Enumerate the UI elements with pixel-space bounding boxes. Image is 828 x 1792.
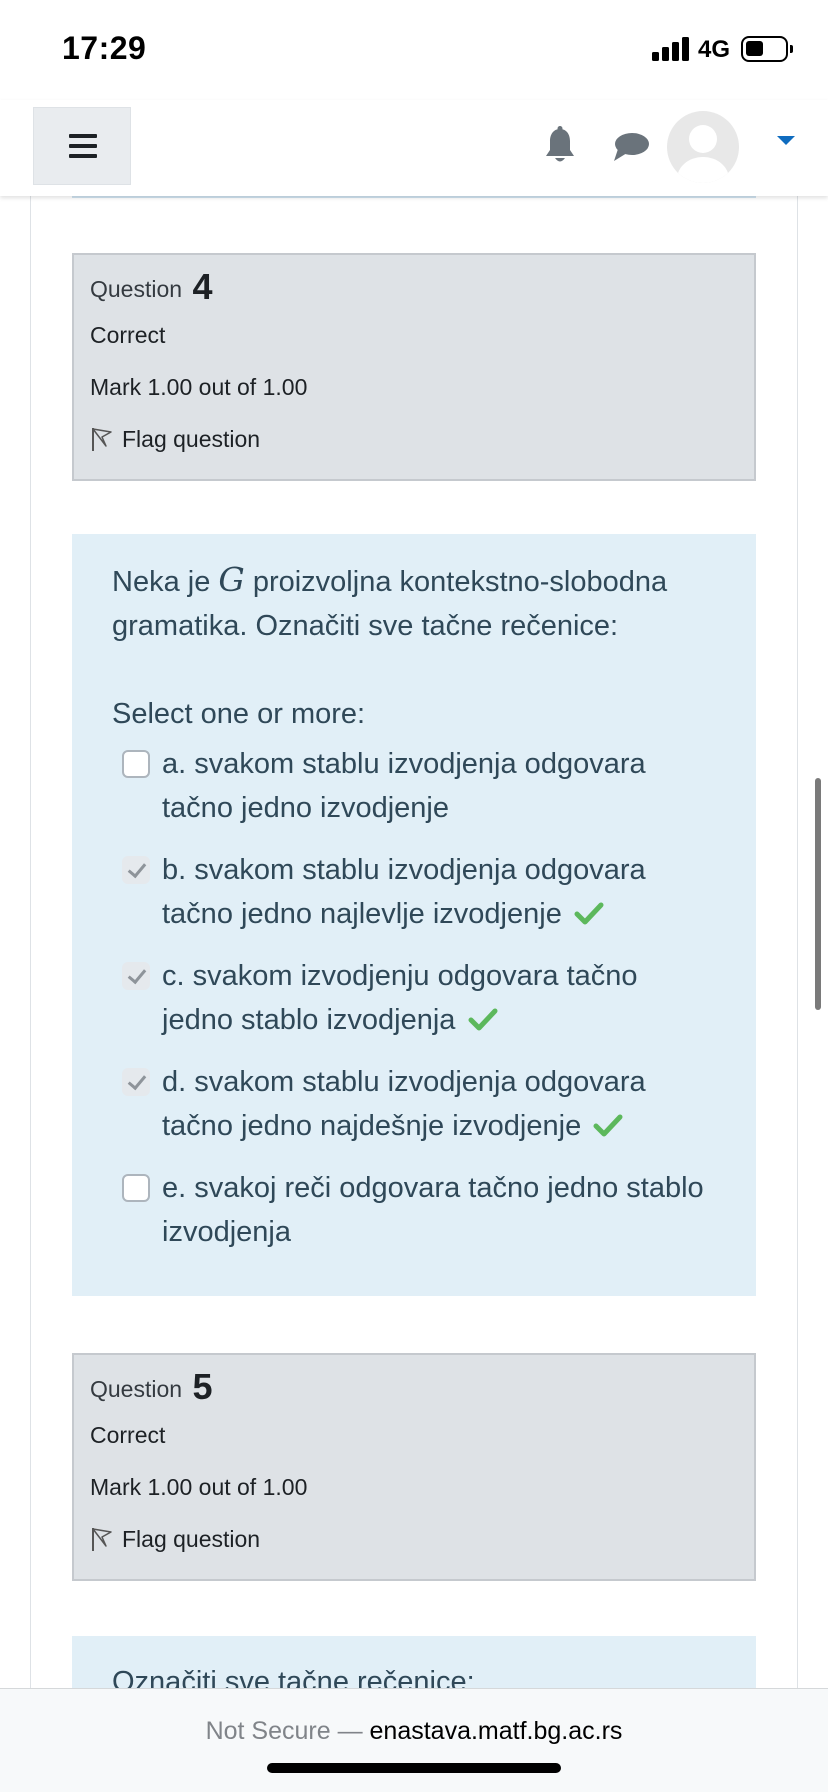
previous-question-formulation (72, 196, 756, 198)
answer-checkbox[interactable] (122, 750, 150, 778)
question-text: Neka je G proizvoljna kontekstno-slobodn… (112, 558, 716, 648)
page-scrollbar[interactable] (815, 778, 821, 1010)
answer-checkbox[interactable] (122, 962, 150, 990)
answer-label: c. svakom izvodjenju odgovara tačno jedn… (162, 960, 638, 1036)
url-text: Not Secure — enastava.matf.bg.ac.rs (0, 1717, 828, 1746)
user-menu-caret-icon[interactable] (777, 136, 795, 145)
answer-option[interactable]: c. svakom izvodjenju odgovara tačno jedn… (112, 954, 716, 1042)
answer-checkbox[interactable] (122, 1174, 150, 1202)
answer-label: d. svakom stablu izvodjenja odgovara tač… (162, 1066, 646, 1142)
answer-list: a. svakom stablu izvodjenja odgovara tač… (112, 742, 716, 1254)
flag-question-label: Flag question (122, 1526, 261, 1552)
status-bar: 17:29 4G (0, 0, 828, 100)
question-formulation: Označiti sve tačne rečenice: (72, 1636, 756, 1698)
math-symbol: G (218, 560, 245, 599)
flag-question-link[interactable]: Flag question (90, 1523, 738, 1555)
question-state: Correct (90, 322, 166, 348)
question-formulation: Neka je G proizvoljna kontekstno-slobodn… (72, 534, 756, 1296)
quiz-review-content: Question 4 Correct Mark 1.00 out of 1.00… (30, 196, 798, 1698)
top-navbar (0, 100, 828, 196)
question-label: Question (90, 276, 183, 302)
answer-option[interactable]: a. svakom stablu izvodjenja odgovara tač… (112, 742, 716, 830)
home-indicator[interactable] (267, 1763, 561, 1773)
url-host: enastava.matf.bg.ac.rs (369, 1717, 623, 1745)
cellular-signal-icon (652, 37, 690, 61)
browser-url-bar[interactable]: Not Secure — enastava.matf.bg.ac.rs (0, 1688, 828, 1792)
question-state: Correct (90, 1422, 166, 1448)
not-secure-label: Not Secure — (205, 1717, 370, 1745)
question-number: Question 5 (90, 1367, 738, 1407)
answer-label: e. svakoj reči odgovara tačno jedno stab… (162, 1172, 704, 1248)
answer-option[interactable]: b. svakom stablu izvodjenja odgovara tač… (112, 848, 716, 936)
question-label: Question (90, 1376, 183, 1402)
question-grade: Mark 1.00 out of 1.00 (90, 374, 308, 400)
user-silhouette-icon (677, 125, 729, 183)
question-info: Question 4 Correct Mark 1.00 out of 1.00… (72, 253, 756, 481)
question-info: Question 5 Correct Mark 1.00 out of 1.00… (72, 1353, 756, 1581)
correct-check-icon (593, 1114, 623, 1137)
question-grade: Mark 1.00 out of 1.00 (90, 1474, 308, 1500)
network-type: 4G (698, 36, 731, 63)
correct-check-icon (574, 902, 604, 925)
flag-question-link[interactable]: Flag question (90, 423, 738, 455)
question-number: Question 4 (90, 267, 738, 307)
answer-checkbox[interactable] (122, 1068, 150, 1096)
question-number-value: 5 (192, 1366, 213, 1407)
status-time: 17:29 (62, 30, 147, 66)
chat-bubble-icon[interactable] (612, 130, 650, 164)
flag-icon (92, 1528, 112, 1551)
correct-check-icon (468, 1008, 497, 1031)
battery-icon (741, 36, 793, 62)
answer-checkbox[interactable] (122, 856, 150, 884)
answer-prompt: Select one or more: (112, 698, 366, 730)
answer-option[interactable]: e. svakoj reči odgovara tačno jedno stab… (112, 1166, 716, 1254)
flag-question-label: Flag question (122, 426, 261, 452)
bell-icon[interactable] (542, 126, 578, 166)
flag-icon (92, 428, 112, 451)
question-number-value: 4 (192, 266, 213, 307)
menu-toggle-button[interactable] (33, 107, 131, 185)
question-text-part: Neka je (112, 566, 219, 598)
user-avatar[interactable] (667, 111, 739, 183)
answer-option[interactable]: d. svakom stablu izvodjenja odgovara tač… (112, 1060, 716, 1148)
answer-label: a. svakom stablu izvodjenja odgovara tač… (162, 748, 646, 824)
